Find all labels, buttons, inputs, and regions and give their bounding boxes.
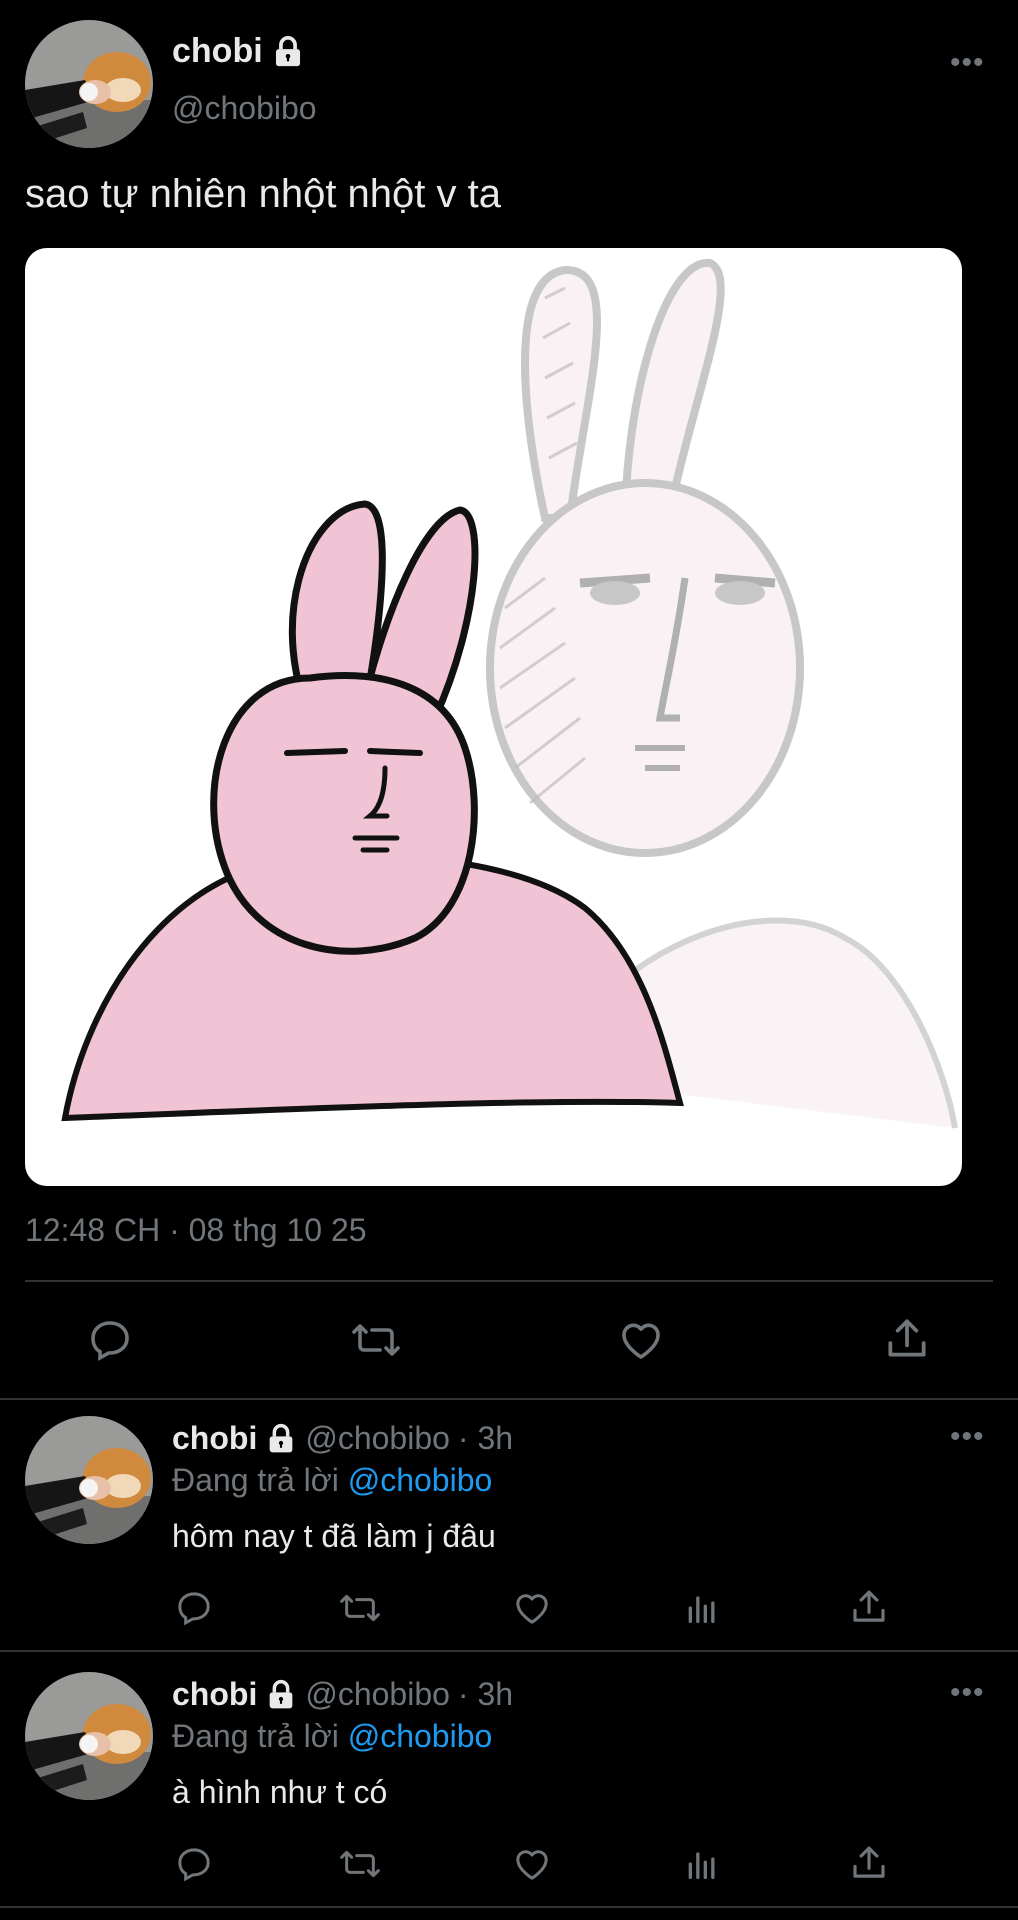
replying-to-link[interactable]: @chobibo xyxy=(348,1462,493,1498)
like-icon[interactable] xyxy=(617,1316,665,1364)
reply-text: à hình như t có xyxy=(172,1774,388,1810)
reply-icon[interactable] xyxy=(174,1844,214,1884)
reply-handle[interactable]: @chobibo xyxy=(305,1420,450,1457)
author-handle[interactable]: @chobibo xyxy=(172,90,317,127)
retweet-icon[interactable] xyxy=(338,1588,382,1628)
divider xyxy=(0,1906,1018,1908)
lock-icon xyxy=(271,35,305,69)
reply-display-name[interactable]: chobi xyxy=(172,1676,257,1713)
retweet-icon[interactable] xyxy=(338,1844,382,1884)
divider xyxy=(0,1398,1018,1400)
reply-avatar[interactable] xyxy=(25,1672,153,1800)
reply-more-options-button[interactable]: ••• xyxy=(950,1678,985,1708)
reply-time[interactable]: · 3h xyxy=(458,1676,513,1713)
tweet-text: sao tự nhiên nhột nhột v ta xyxy=(25,172,501,216)
share-icon[interactable] xyxy=(848,1586,890,1628)
like-icon[interactable] xyxy=(512,1844,552,1884)
tweet-image[interactable] xyxy=(25,248,962,1186)
reply-handle[interactable]: @chobibo xyxy=(305,1676,450,1713)
reply-more-options-button[interactable]: ••• xyxy=(950,1422,985,1452)
reply-avatar[interactable] xyxy=(25,1416,153,1544)
reply-time[interactable]: · 3h xyxy=(458,1420,513,1457)
like-icon[interactable] xyxy=(512,1588,552,1628)
replying-to-label: Đang trả lời xyxy=(172,1718,339,1754)
replying-to-link[interactable]: @chobibo xyxy=(348,1718,493,1754)
tweet-timestamp: 12:48 CH · 08 thg 10 25 xyxy=(25,1212,367,1248)
divider xyxy=(25,1280,993,1282)
reply-display-name[interactable]: chobi xyxy=(172,1420,257,1457)
lock-icon xyxy=(265,1679,297,1711)
share-icon[interactable] xyxy=(882,1314,932,1364)
lock-icon xyxy=(265,1423,297,1455)
share-icon[interactable] xyxy=(848,1842,890,1884)
replying-to-label: Đang trả lời xyxy=(172,1462,339,1498)
reply-icon[interactable] xyxy=(174,1588,214,1628)
more-options-button[interactable]: ••• xyxy=(950,48,985,78)
divider xyxy=(0,1650,1018,1652)
reply-text: hôm nay t đã làm j đâu xyxy=(172,1518,496,1554)
author-avatar[interactable] xyxy=(25,20,153,148)
author-display-name[interactable]: chobi xyxy=(172,32,263,71)
analytics-icon[interactable] xyxy=(682,1588,722,1628)
reply-icon[interactable] xyxy=(86,1316,134,1364)
retweet-icon[interactable] xyxy=(350,1316,402,1364)
analytics-icon[interactable] xyxy=(682,1844,722,1884)
